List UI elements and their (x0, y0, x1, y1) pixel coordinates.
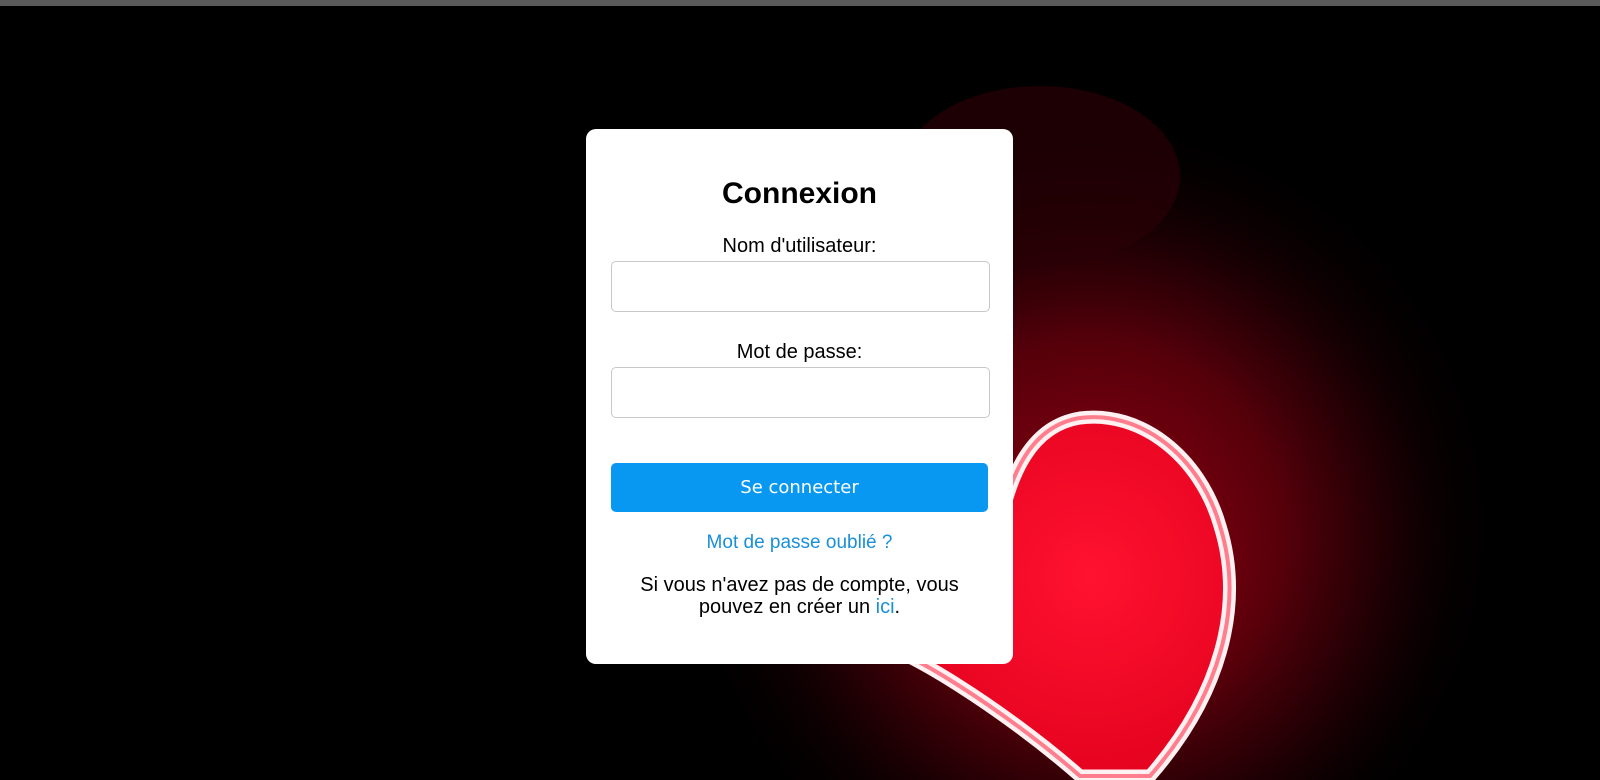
signup-text: Si vous n'avez pas de compte, vous pouve… (626, 574, 973, 618)
password-label: Mot de passe: (736, 341, 863, 363)
password-input[interactable] (611, 367, 990, 418)
signup-text-before: Si vous n'avez pas de compte, vous pouve… (640, 574, 959, 618)
username-input[interactable] (611, 261, 990, 312)
login-card: Connexion Nom d'utilisateur: Mot de pass… (586, 129, 1013, 664)
username-label: Nom d'utilisateur: (722, 235, 877, 257)
forgot-password-link[interactable]: Mot de passe oublié ? (586, 532, 1013, 554)
signup-link[interactable]: ici (876, 596, 895, 618)
login-button[interactable]: Se connecter (611, 463, 988, 512)
page-title: Connexion (722, 177, 877, 210)
signup-text-after: . (894, 596, 901, 618)
